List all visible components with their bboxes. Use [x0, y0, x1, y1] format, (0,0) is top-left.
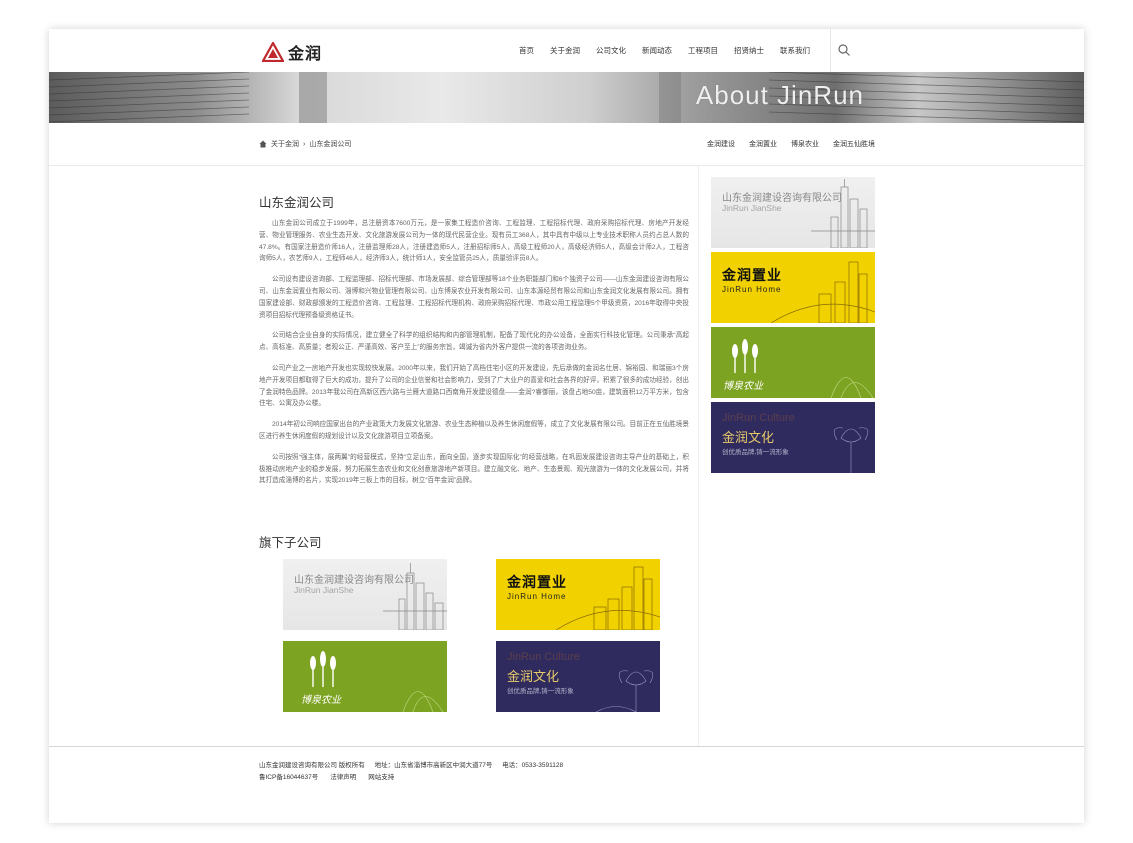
subnav-jianshe[interactable]: 金润建设	[707, 139, 735, 149]
intro-paragraph: 公司设有建设咨询部、工程监理部、招标代理部、市场发展部、综合管理部等18个业务职…	[259, 276, 689, 319]
sidebar-card-jianshe[interactable]: 山东金润建设咨询有限公司 JinRun JianShe	[711, 177, 875, 248]
main-content: 山东金润公司 山东金润公司成立于1999年，总注册资本7600万元，是一家集工程…	[259, 192, 689, 496]
subsidiary-card-culture[interactable]: JinRun Culture 金润文化 创优质品牌,铸一流形象	[496, 641, 660, 712]
footer-legal-link[interactable]: 法律声明	[330, 771, 356, 781]
breadcrumb-separator: ›	[303, 140, 306, 148]
card-title: 金润文化	[507, 669, 560, 684]
wheat-icon: 博泉农业	[301, 651, 444, 712]
card-title: 金润置业	[507, 574, 567, 590]
card-subtitle: JinRun Home	[722, 285, 782, 294]
footer-address: 地址：山东省淄博市高新区中润大道77号	[374, 762, 493, 769]
intro-paragraph: 2014年初公司响应国家出台的产业政策大力发展文化旅游、农业生态种植以及养生休闲…	[259, 421, 689, 440]
subsidiary-card-jianshe[interactable]: 山东金润建设咨询有限公司 JinRun JianShe	[283, 559, 447, 630]
card-title: 山东金润建设咨询有限公司	[294, 575, 414, 586]
card-slogan: 创优质品牌,铸一流形象	[722, 449, 789, 456]
banner: About JinRun	[49, 72, 1084, 123]
nav-culture[interactable]: 公司文化	[596, 45, 626, 56]
intro-paragraph: 公司按照“强主体，展两翼”的经营模式，坚持“立足山东，面向全国，逐步实现国际化”…	[259, 453, 689, 485]
breadcrumb-item-current: 山东金润公司	[309, 141, 352, 148]
subnav-agri[interactable]: 博泉农业	[791, 139, 819, 149]
sidebar-card-home[interactable]: 金润置业 JinRun Home	[711, 252, 875, 323]
card-subtitle: JinRun JianShe	[294, 585, 354, 595]
sidebar-card-agri[interactable]: 博泉农业	[711, 327, 875, 398]
sub-bar: 关于金润 › 山东金润公司 金润建设 金润置业 博泉农业 金润五仙胜境	[49, 123, 1084, 166]
footer-support-link[interactable]: 网站支持	[368, 771, 394, 781]
wheat-icon: 博泉农业	[723, 339, 874, 398]
subsidiary-card-home[interactable]: 金润置业 JinRun Home	[496, 559, 660, 630]
card-subtitle: JinRun Culture	[507, 651, 580, 663]
main-nav: 首页 关于金润 公司文化 新闻动态 工程项目 招贤纳士 联系我们	[519, 29, 826, 72]
card-subtitle: JinRun Culture	[722, 412, 795, 424]
breadcrumb-item-about[interactable]: 关于金润	[271, 139, 299, 149]
nav-contact[interactable]: 联系我们	[780, 45, 810, 56]
nav-projects[interactable]: 工程项目	[688, 45, 718, 56]
building-skyline-image	[49, 72, 1084, 123]
footer-phone: 电话：0533-3591128	[502, 762, 564, 769]
sidebar-divider	[698, 166, 699, 746]
card-slogan: 创优质品牌,铸一流形象	[507, 688, 574, 695]
footer-links: 鲁ICP备16044637号 法律声明 网站支持	[259, 771, 394, 781]
logo[interactable]: 金润	[262, 40, 322, 64]
subsidiary-card-agri[interactable]: 博泉农业	[283, 641, 447, 712]
intro-paragraph: 山东金润公司成立于1999年，总注册资本7600万元，是一家集工程造价咨询、工程…	[259, 220, 689, 263]
page-frame: 金润 首页 关于金润 公司文化 新闻动态 工程项目 招贤纳士 联系我们 Abou…	[49, 29, 1084, 823]
intro-paragraph: 公司产业之一房地产开发也实现较快发展。2000年以来，我们开始了高档住宅小区的开…	[259, 364, 689, 408]
breadcrumb: 关于金润 › 山东金润公司	[259, 139, 351, 149]
card-brand-mark: 博泉农业	[723, 380, 764, 392]
footer: 山东金润建设咨询有限公司 版权所有 地址：山东省淄博市高新区中润大道77号 电话…	[49, 746, 1084, 823]
card-subtitle: JinRun JianShe	[722, 203, 782, 213]
nav-home[interactable]: 首页	[519, 45, 534, 56]
nav-divider	[830, 29, 831, 72]
card-title: 山东金润建设咨询有限公司	[722, 193, 842, 204]
nav-news[interactable]: 新闻动态	[642, 45, 672, 56]
nav-about[interactable]: 关于金润	[550, 45, 580, 56]
card-title: 金润置业	[722, 267, 782, 283]
intro-paragraph: 公司结合企业自身的实际情况，建立健全了科学的组织结构和内部管理机制，配备了现代化…	[259, 332, 689, 352]
nav-careers[interactable]: 招贤纳士	[734, 45, 764, 56]
sub-nav: 金润建设 金润置业 博泉农业 金润五仙胜境	[707, 139, 875, 149]
card-brand-mark: 博泉农业	[301, 694, 342, 706]
footer-info: 山东金润建设咨询有限公司 版权所有 地址：山东省淄博市高新区中润大道77号 电话…	[259, 759, 571, 769]
home-icon[interactable]	[259, 140, 267, 148]
card-title: 金润文化	[722, 430, 775, 445]
search-icon[interactable]	[837, 43, 851, 57]
page-title: 山东金润公司	[259, 196, 335, 210]
logo-mark-icon	[262, 42, 284, 62]
footer-icp[interactable]: 鲁ICP备16044637号	[259, 771, 318, 781]
footer-copyright: 山东金润建设咨询有限公司 版权所有	[259, 762, 365, 769]
card-subtitle: JinRun Home	[507, 592, 567, 601]
banner-title: About JinRun	[695, 80, 864, 110]
logo-text: 金润	[288, 44, 323, 63]
subnav-home[interactable]: 金润置业	[749, 139, 777, 149]
subsidiaries-title: 旗下子公司	[259, 536, 322, 550]
header: 金润 首页 关于金润 公司文化 新闻动态 工程项目 招贤纳士 联系我们	[49, 29, 1084, 72]
sidebar-card-culture[interactable]: JinRun Culture 金润文化 创优质品牌,铸一流形象	[711, 402, 875, 473]
subnav-wuxian[interactable]: 金润五仙胜境	[833, 139, 875, 149]
